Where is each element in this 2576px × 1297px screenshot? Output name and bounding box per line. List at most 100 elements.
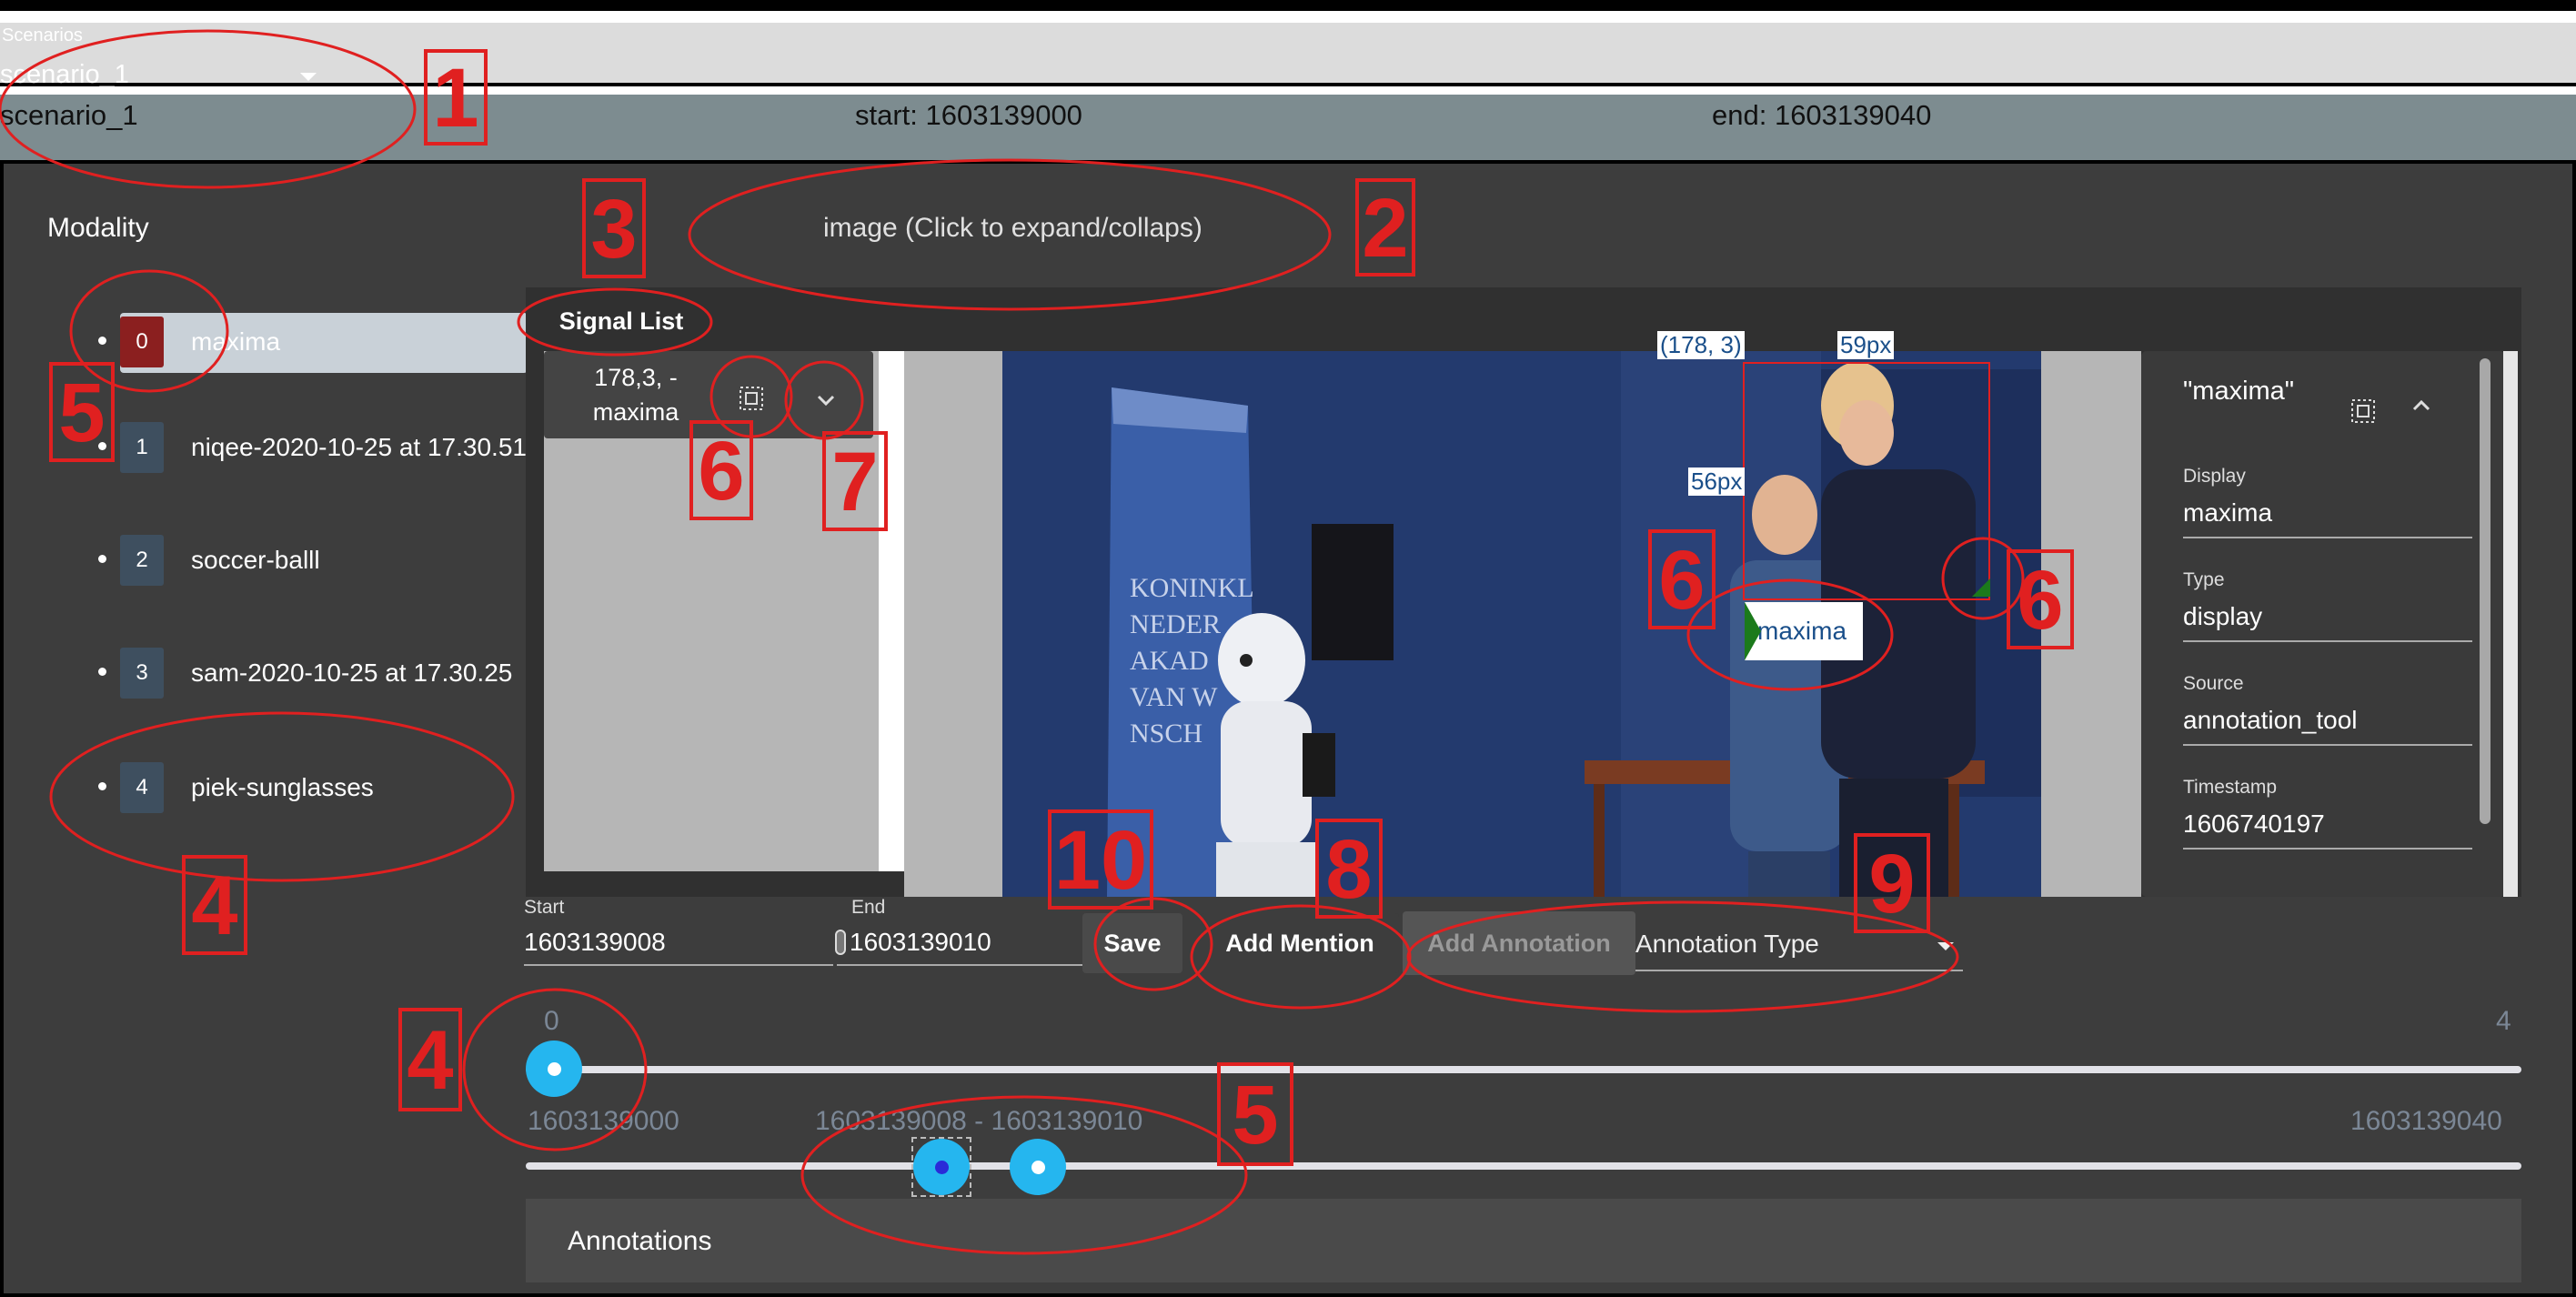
detail-title: "maxima" — [2183, 377, 2295, 406]
time-slider-track[interactable] — [526, 1162, 2521, 1170]
save-button[interactable]: Save — [1082, 913, 1182, 973]
field-label-timestamp: Timestamp — [2183, 777, 2278, 798]
chevron-down-icon[interactable] — [808, 382, 844, 418]
list-item[interactable]: 2 soccer-balll — [82, 528, 528, 591]
panel-scrollbar[interactable] — [2503, 351, 2518, 897]
time-slider-start-thumb[interactable] — [913, 1139, 970, 1195]
mention-tag-marker — [1745, 602, 1761, 660]
mention-card-line: 178,3, - — [594, 364, 678, 391]
marker-label: 4 — [182, 855, 247, 955]
annotations-title: Annotations — [568, 1226, 712, 1256]
marker-label: 4 — [398, 1008, 462, 1111]
end-caption: End — [851, 897, 886, 918]
detail-scrollbar-thumb[interactable] — [2480, 358, 2490, 824]
tab-signal-list[interactable]: Signal List — [526, 287, 717, 355]
item-label: soccer-balll — [191, 546, 320, 574]
field-label-display: Display — [2183, 466, 2246, 487]
item-index-badge: 1 — [120, 422, 164, 473]
list-item[interactable]: 4 piek-sunglasses — [82, 755, 528, 819]
time-slider-range-label: 1603139008 - 1603139010 — [815, 1106, 1143, 1136]
svg-text:VAN W: VAN W — [1130, 682, 1218, 712]
time-slider-end-thumb[interactable] — [1010, 1139, 1066, 1195]
select-region-icon[interactable] — [733, 380, 770, 417]
index-slider-thumb[interactable] — [526, 1041, 582, 1097]
marker-label: 6 — [689, 420, 753, 520]
scenario-info-bar — [0, 95, 2576, 164]
marker-label: 9 — [1854, 833, 1930, 933]
item-label: piek-sunglasses — [191, 773, 374, 801]
media-divider — [879, 351, 904, 871]
field-label-type: Type — [2183, 569, 2225, 590]
item-index-badge: 3 — [120, 648, 164, 699]
list-item[interactable]: 3 sam-2020-10-25 at 17.30.25 — [82, 640, 528, 704]
item-index-badge: 4 — [120, 762, 164, 813]
slider-thumb-dot — [1031, 1161, 1045, 1174]
mention-tag[interactable]: maxima — [1745, 602, 1863, 660]
field-underline — [2183, 848, 2472, 850]
item-label: sam-2020-10-25 at 17.30.25 — [191, 659, 513, 687]
marker-label: 1 — [424, 49, 488, 146]
start-input[interactable]: 1603139008 — [524, 928, 666, 957]
top-border — [0, 0, 2576, 11]
scenario-start: start: 1603139000 — [855, 99, 1082, 131]
chevron-up-icon[interactable] — [2403, 387, 2440, 424]
bullet-icon — [98, 668, 106, 676]
bullet-icon — [98, 337, 106, 345]
time-slider-max: 1603139040 — [2350, 1106, 2502, 1136]
start-caption: Start — [524, 897, 565, 918]
item-index-badge: 0 — [120, 317, 164, 367]
marker-label: 5 — [1217, 1062, 1293, 1166]
marker-label: 5 — [49, 362, 115, 462]
select-region-icon[interactable] — [2345, 393, 2381, 429]
field-underline — [2183, 744, 2472, 746]
marker-label: 8 — [1315, 819, 1383, 919]
modality-expand-toggle[interactable]: image (Click to expand/collaps) — [823, 213, 1202, 244]
index-slider-track[interactable] — [526, 1066, 2521, 1073]
resize-handle-icon[interactable] — [1972, 578, 1990, 597]
annotation-type-underline — [1635, 970, 1963, 971]
bbox-origin-label: (178, 3) — [1657, 331, 1745, 359]
bullet-icon — [98, 555, 106, 563]
field-value-type[interactable]: display — [2183, 602, 2262, 631]
bullet-icon — [98, 782, 106, 790]
annotation-type-select[interactable]: Annotation Type — [1635, 930, 1819, 959]
add-mention-button[interactable]: Add Mention — [1201, 913, 1399, 973]
caret-down-icon[interactable] — [300, 73, 317, 81]
list-item[interactable]: 1 niqee-2020-10-25 at 17.30.51 — [82, 415, 528, 478]
svg-text:NEDER: NEDER — [1130, 609, 1221, 639]
item-label: maxima — [191, 327, 281, 356]
modality-title: Modality — [47, 213, 149, 243]
add-annotation-button[interactable]: Add Annotation — [1403, 911, 1635, 975]
item-index-badge: 2 — [120, 535, 164, 586]
field-value-display[interactable]: maxima — [2183, 498, 2272, 528]
field-label-source: Source — [2183, 673, 2244, 694]
field-value-source[interactable]: annotation_tool — [2183, 706, 2358, 735]
scenario-select[interactable] — [0, 23, 2576, 86]
text-cursor-icon — [835, 930, 846, 955]
marker-label: 3 — [582, 178, 646, 278]
caret-down-icon[interactable] — [1937, 942, 1954, 950]
scenario-select-value[interactable]: scenario_1 — [0, 60, 129, 90]
field-value-timestamp[interactable]: 1606740197 — [2183, 809, 2325, 839]
marker-label: 6 — [1648, 529, 1716, 629]
bbox-width-label: 59px — [1837, 331, 1895, 359]
marker-label: 2 — [1355, 178, 1415, 276]
marker-label: 7 — [822, 431, 888, 531]
marker-label: 6 — [2007, 549, 2074, 649]
marker-label: 10 — [1048, 809, 1153, 910]
selected-highlight — [120, 313, 528, 373]
scenario-name: scenario_1 — [0, 99, 138, 131]
slider-thumb-dot — [935, 1161, 949, 1174]
media-letterbox-left — [904, 351, 1002, 897]
index-slider-max: 4 — [2496, 1006, 2511, 1036]
svg-text:NSCH: NSCH — [1130, 719, 1202, 749]
annotations-section[interactable] — [526, 1199, 2521, 1282]
item-label: niqee-2020-10-25 at 17.30.51 — [191, 433, 527, 461]
end-input-underline — [837, 964, 1086, 966]
time-slider-min: 1603139000 — [528, 1106, 679, 1136]
svg-text:AKAD: AKAD — [1130, 646, 1209, 676]
bounding-box[interactable] — [1743, 362, 1990, 600]
end-input[interactable]: 1603139010 — [850, 928, 991, 957]
list-item[interactable]: 0 maxima — [82, 309, 528, 373]
mention-card-text: 178,3, - maxima — [558, 360, 713, 429]
